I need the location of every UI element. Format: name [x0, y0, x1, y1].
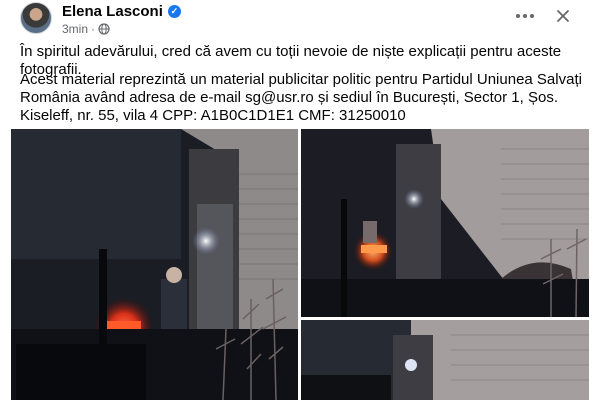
photo-grid: [11, 129, 589, 400]
verified-badge-icon: ✓: [167, 5, 181, 18]
close-icon[interactable]: [548, 1, 578, 31]
night-photo-1[interactable]: [11, 129, 298, 400]
author-row: Elena Lasconi ✓: [62, 3, 181, 20]
avatar[interactable]: [20, 2, 52, 34]
meta-separator: ·: [91, 22, 96, 36]
post-header: Elena Lasconi ✓ 3min ·: [0, 0, 600, 40]
post-text-paragraph-2: Acest material reprezintă un material pu…: [20, 71, 582, 124]
night-photo-2[interactable]: [301, 129, 589, 317]
author-name[interactable]: Elena Lasconi: [62, 3, 163, 20]
globe-icon[interactable]: [98, 23, 110, 35]
post-timestamp[interactable]: 3min: [62, 22, 88, 36]
more-options-icon[interactable]: [510, 3, 540, 29]
post-meta: 3min ·: [62, 22, 110, 36]
night-photo-3[interactable]: [301, 320, 589, 400]
